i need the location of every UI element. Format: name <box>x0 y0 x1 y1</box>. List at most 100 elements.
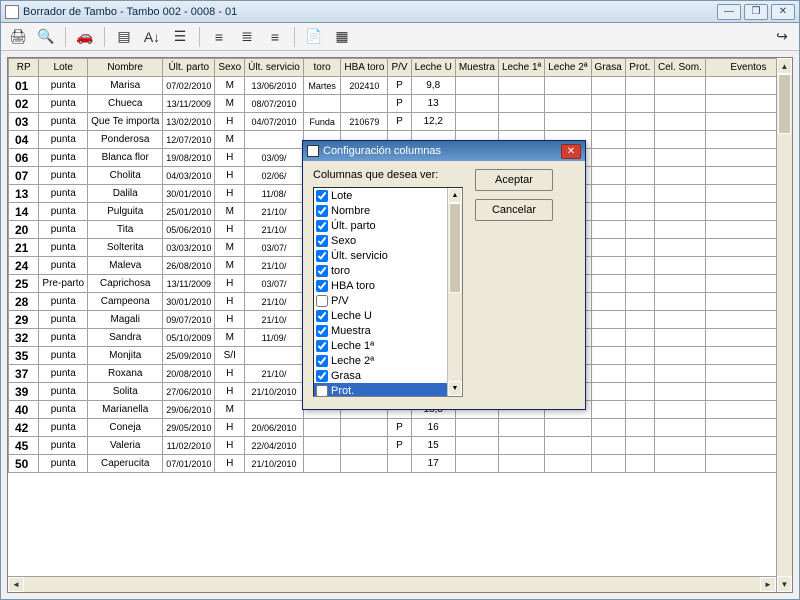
cell[interactable] <box>654 185 705 203</box>
cell[interactable]: 15 <box>411 437 455 455</box>
cell[interactable] <box>455 437 498 455</box>
cell[interactable]: M <box>215 257 245 275</box>
cell[interactable] <box>591 185 625 203</box>
cell[interactable]: P <box>388 95 411 113</box>
cell[interactable] <box>625 167 654 185</box>
table-row[interactable]: 42puntaConeja29/05/2010H20/06/2010P16 <box>9 419 792 437</box>
column-checkbox[interactable] <box>316 370 328 382</box>
cell[interactable]: 07/01/2010 <box>163 455 215 473</box>
cell[interactable]: 16 <box>411 419 455 437</box>
cell[interactable]: 29 <box>9 311 39 329</box>
cell[interactable]: punta <box>39 77 88 95</box>
cell[interactable] <box>654 239 705 257</box>
cell[interactable]: Marianella <box>88 401 163 419</box>
cell[interactable] <box>625 257 654 275</box>
cell[interactable] <box>455 95 498 113</box>
cell[interactable] <box>591 167 625 185</box>
cell[interactable]: 08/07/2010 <box>245 95 304 113</box>
cell[interactable] <box>545 95 591 113</box>
cell[interactable]: punta <box>39 401 88 419</box>
cell[interactable] <box>303 419 341 437</box>
cell[interactable]: 25 <box>9 275 39 293</box>
cell[interactable] <box>654 293 705 311</box>
cell[interactable] <box>591 203 625 221</box>
cell[interactable] <box>245 131 304 149</box>
cell[interactable] <box>591 365 625 383</box>
cell[interactable] <box>303 95 341 113</box>
cell[interactable]: H <box>215 113 245 131</box>
cell[interactable]: 13 <box>9 185 39 203</box>
cell[interactable]: P <box>388 419 411 437</box>
cell[interactable]: H <box>215 185 245 203</box>
cell[interactable]: 11/02/2010 <box>163 437 215 455</box>
cell[interactable]: 25/01/2010 <box>163 203 215 221</box>
cancel-button[interactable]: Cancelar <box>475 199 553 221</box>
cell[interactable] <box>591 401 625 419</box>
cell[interactable]: 02 <box>9 95 39 113</box>
listbox-scrollbar[interactable]: ▲ ▼ <box>447 188 462 396</box>
cell[interactable] <box>545 419 591 437</box>
cell[interactable]: 03 <box>9 113 39 131</box>
cell[interactable] <box>498 437 544 455</box>
column-checkbox[interactable] <box>316 265 328 277</box>
cell[interactable]: 39 <box>9 383 39 401</box>
cell[interactable]: 50 <box>9 455 39 473</box>
column-option[interactable]: Prot.▾ <box>314 383 462 397</box>
list-icon[interactable]: ▤ <box>113 26 135 48</box>
column-checkbox[interactable] <box>316 235 328 247</box>
cell[interactable]: 37 <box>9 365 39 383</box>
table-row[interactable]: 02puntaChueca13/11/2009M08/07/2010P13 <box>9 95 792 113</box>
horizontal-scrollbar[interactable]: ◄ ► <box>8 576 776 592</box>
column-header[interactable]: Lote <box>39 59 88 77</box>
column-option[interactable]: Muestra <box>314 323 462 338</box>
cell[interactable] <box>625 239 654 257</box>
cell[interactable]: Caprichosa <box>88 275 163 293</box>
cell[interactable]: Sandra <box>88 329 163 347</box>
cell[interactable]: punta <box>39 311 88 329</box>
cell[interactable]: Ponderosa <box>88 131 163 149</box>
cell[interactable]: 45 <box>9 437 39 455</box>
cell[interactable] <box>545 455 591 473</box>
cell[interactable]: Caperucita <box>88 455 163 473</box>
cell[interactable] <box>654 383 705 401</box>
minimize-button[interactable]: — <box>717 4 741 20</box>
cell[interactable] <box>591 257 625 275</box>
cell[interactable]: 35 <box>9 347 39 365</box>
cell[interactable]: 21/10/ <box>245 365 304 383</box>
cell[interactable]: 21/10/ <box>245 221 304 239</box>
column-header[interactable]: Prot. <box>625 59 654 77</box>
lb-scroll-thumb[interactable] <box>449 203 461 293</box>
column-checkbox[interactable] <box>316 295 328 307</box>
cell[interactable]: 05/10/2009 <box>163 329 215 347</box>
cell[interactable]: Pulguita <box>88 203 163 221</box>
list2-icon[interactable]: ☰ <box>169 26 191 48</box>
cell[interactable]: P <box>388 437 411 455</box>
column-checkbox[interactable] <box>316 355 328 367</box>
cell[interactable] <box>625 185 654 203</box>
cell[interactable] <box>591 149 625 167</box>
cell[interactable]: punta <box>39 293 88 311</box>
column-header[interactable]: RP <box>9 59 39 77</box>
sort-icon[interactable]: A↓ <box>141 26 163 48</box>
cell[interactable] <box>654 221 705 239</box>
cell[interactable]: 26/08/2010 <box>163 257 215 275</box>
cell[interactable]: Coneja <box>88 419 163 437</box>
cell[interactable] <box>625 401 654 419</box>
cell[interactable] <box>545 437 591 455</box>
cell[interactable]: 20/06/2010 <box>245 419 304 437</box>
cell[interactable] <box>625 437 654 455</box>
cell[interactable]: 05/06/2010 <box>163 221 215 239</box>
column-option[interactable]: Últ. servicio <box>314 248 462 263</box>
cell[interactable] <box>498 95 544 113</box>
cell[interactable]: H <box>215 419 245 437</box>
cell[interactable] <box>625 365 654 383</box>
find-icon[interactable]: 🔍 <box>35 26 57 48</box>
cell[interactable]: Roxana <box>88 365 163 383</box>
cell[interactable]: 06 <box>9 149 39 167</box>
column-option[interactable]: toro <box>314 263 462 278</box>
cell[interactable]: 03/07/ <box>245 239 304 257</box>
scroll-right-icon[interactable]: ► <box>760 577 776 592</box>
cell[interactable]: punta <box>39 383 88 401</box>
cell[interactable]: punta <box>39 365 88 383</box>
column-checkbox[interactable] <box>316 280 328 292</box>
